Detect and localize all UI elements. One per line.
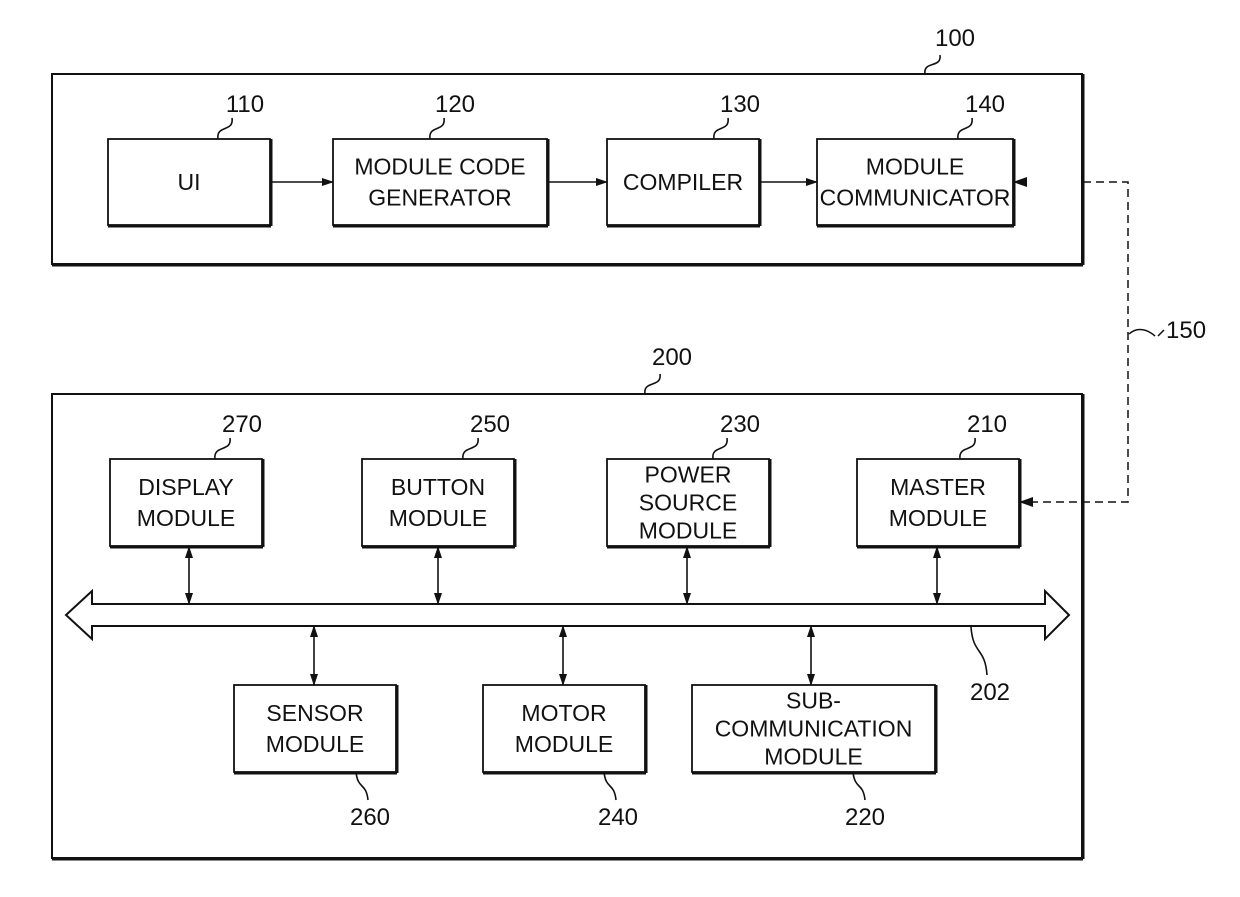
ref-label-100: 100	[935, 25, 975, 52]
leader-line-200	[644, 373, 661, 395]
block-label-260: MODULE	[266, 731, 364, 757]
block-label-140: MODULE	[866, 154, 964, 180]
ref-label-250: 250	[470, 411, 510, 438]
block-label-230: MODULE	[639, 518, 737, 544]
block-label-260: SENSOR	[266, 700, 363, 726]
block-label-110: UI	[178, 169, 201, 195]
leader-line-110	[217, 117, 233, 140]
block-label-210: MASTER	[890, 474, 986, 500]
ref-label-110: 110	[226, 91, 264, 118]
block-label-120: MODULE CODE	[354, 154, 525, 180]
leader-line-120	[429, 117, 445, 140]
block-label-250: MODULE	[389, 505, 487, 531]
block-label-220: SUB-	[786, 688, 841, 714]
dashed-link-150	[1021, 181, 1129, 503]
ref-label-120: 120	[435, 91, 475, 118]
block-diagram: 100 200 UI 110 MODULE CODE GENERATOR 120 COMPIL…	[51, 25, 1206, 861]
block-250	[361, 458, 515, 547]
leader-line-270	[214, 437, 231, 460]
block-label-140: COMMUNICATOR	[820, 185, 1011, 211]
block-210	[856, 458, 1020, 547]
block-label-220: COMMUNICATION	[715, 716, 913, 742]
leader-line-150	[1128, 328, 1156, 337]
leader-line-250	[462, 437, 479, 460]
block-label-230: POWER	[645, 462, 732, 488]
ref-label-260: 260	[350, 804, 390, 831]
block-260	[233, 684, 397, 773]
block-label-210: MODULE	[889, 505, 987, 531]
leader-line-210	[959, 437, 976, 460]
block-label-250: BUTTON	[391, 474, 485, 500]
ref-label-220: 220	[845, 804, 885, 831]
block-120	[332, 138, 548, 226]
ref-label-140: 140	[965, 91, 1005, 118]
block-270	[109, 458, 263, 547]
leader-line-240	[603, 771, 617, 801]
leader-line-230	[712, 437, 728, 460]
ref-label-210: 210	[967, 411, 1007, 438]
block-label-220: MODULE	[764, 744, 862, 770]
leader-line-140	[957, 117, 973, 140]
leader-line-202	[970, 626, 988, 676]
leader-tick-150	[1157, 329, 1165, 337]
ref-label-240: 240	[598, 804, 638, 831]
block-label-230: SOURCE	[639, 490, 737, 516]
block-label-120: GENERATOR	[368, 185, 512, 211]
block-label-240: MODULE	[515, 731, 613, 757]
ref-label-150: 150	[1166, 317, 1206, 344]
ref-label-200: 200	[652, 344, 692, 371]
leader-line-100	[924, 54, 941, 75]
ref-label-202: 202	[970, 679, 1010, 706]
block-label-270: DISPLAY	[138, 474, 233, 500]
ref-label-270: 270	[222, 411, 262, 438]
bus-202	[64, 588, 1071, 642]
block-label-130: COMPILER	[623, 169, 743, 195]
block-240	[482, 684, 646, 773]
leader-line-260	[355, 771, 369, 801]
block-label-270: MODULE	[137, 505, 235, 531]
leader-line-130	[713, 117, 729, 140]
block-140	[816, 138, 1014, 226]
block-label-240: MOTOR	[521, 700, 606, 726]
ref-label-130: 130	[720, 91, 760, 118]
ref-label-230: 230	[720, 411, 760, 438]
leader-line-220	[852, 771, 866, 801]
